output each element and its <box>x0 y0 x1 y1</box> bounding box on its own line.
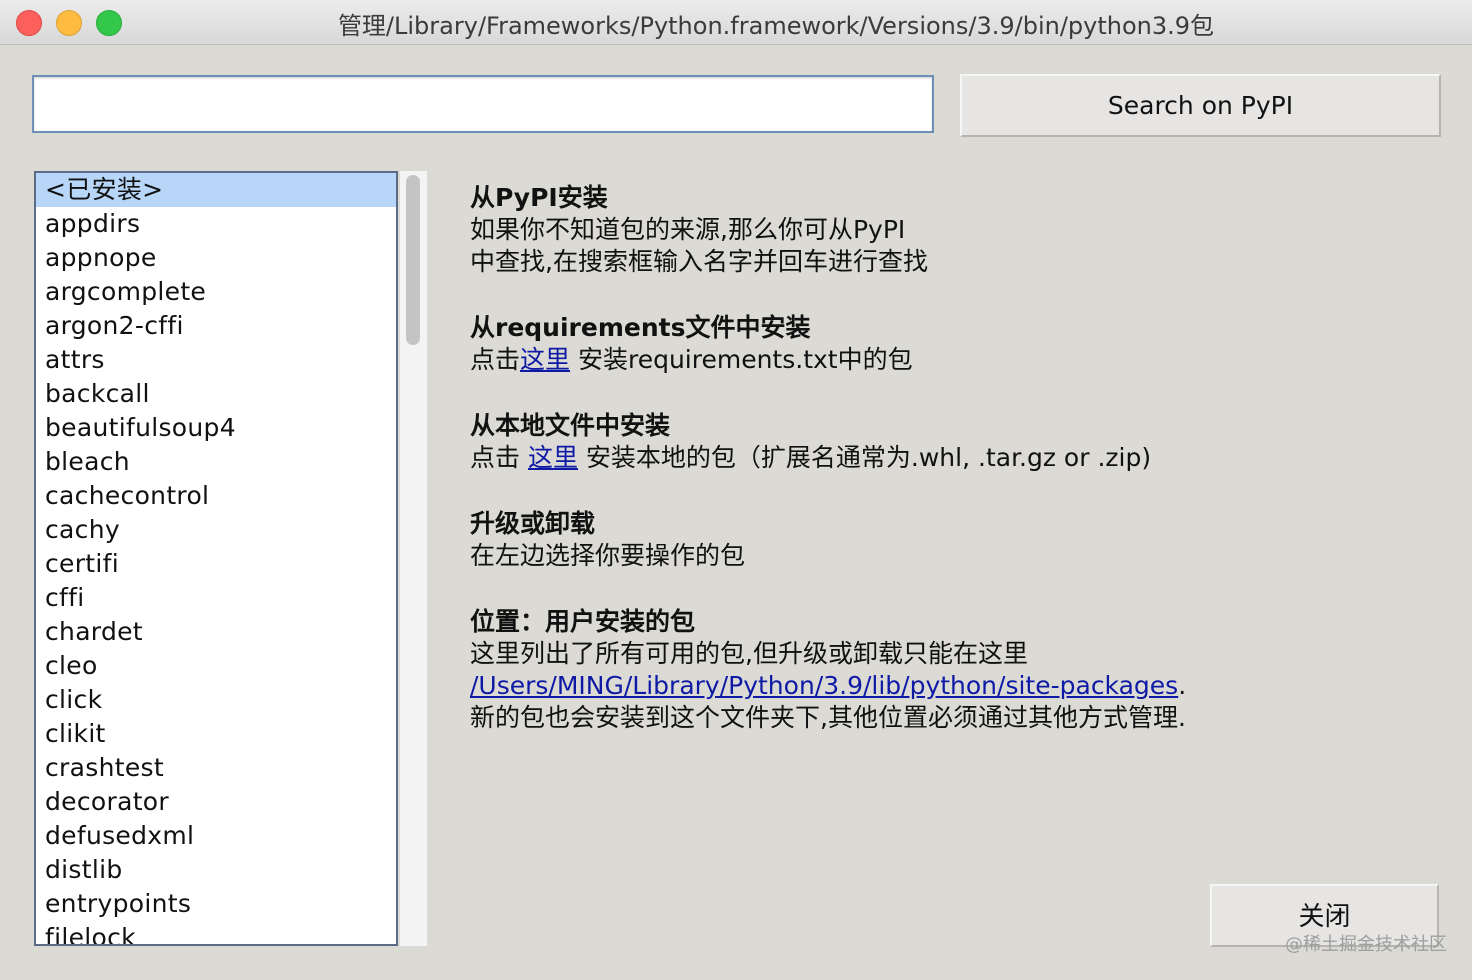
list-item[interactable]: appnope <box>36 241 396 275</box>
package-list[interactable]: <已安装> appdirs appnope argcomplete argon2-cff… <box>34 171 398 946</box>
minimize-window-icon[interactable] <box>56 10 82 36</box>
list-item[interactable]: click <box>36 683 396 717</box>
location-path-line: /Users/MING/Library/Python/3.9/lib/pytho… <box>470 670 1450 702</box>
list-item[interactable]: clikit <box>36 717 396 751</box>
list-item[interactable]: decorator <box>36 785 396 819</box>
list-item[interactable]: argon2-cffi <box>36 309 396 343</box>
upgrade-section: 升级或卸载 在左边选择你要操作的包 <box>470 508 1450 572</box>
list-item[interactable]: cachecontrol <box>36 479 396 513</box>
local-section: 从本地文件中安装 点击 这里 安装本地的包（扩展名通常为.whl, .tar.g… <box>470 410 1450 474</box>
location-heading: 位置：用户安装的包 <box>470 607 696 636</box>
window-title: 管理/Library/Frameworks/Python.framework/V… <box>337 12 1215 40</box>
local-suffix: 安装本地的包（扩展名通常为.whl, .tar.gz or .zip) <box>577 443 1152 472</box>
location-path-suffix: . <box>1178 671 1187 700</box>
local-here-link[interactable]: 这里 <box>528 443 578 472</box>
requirements-prefix: 点击 <box>470 345 521 374</box>
watermark: @稀土掘金技术社区 <box>1285 934 1447 955</box>
upgrade-heading: 升级或卸载 <box>470 509 596 538</box>
pypi-heading: 从PyPI安装 <box>470 183 608 212</box>
zoom-window-icon[interactable] <box>96 10 122 36</box>
list-item[interactable]: distlib <box>36 853 396 887</box>
list-item[interactable]: entrypoints <box>36 887 396 921</box>
list-item[interactable]: argcomplete <box>36 275 396 309</box>
requirements-line: 点击这里 安装requirements.txt中的包 <box>470 344 1450 376</box>
location-section: 位置：用户安装的包 这里列出了所有可用的包,但升级或卸载只能在这里 /Users… <box>470 606 1450 734</box>
list-item[interactable]: <已安装> <box>36 173 396 207</box>
list-item[interactable]: cleo <box>36 649 396 683</box>
local-line: 点击 这里 安装本地的包（扩展名通常为.whl, .tar.gz or .zip… <box>470 442 1450 474</box>
pypi-line-2: 中查找,在搜索框输入名字并回车进行查找 <box>470 247 928 276</box>
site-packages-link[interactable]: /Users/MING/Library/Python/3.9/lib/pytho… <box>470 671 1178 700</box>
list-item[interactable]: certifi <box>36 547 396 581</box>
package-list-scrollbar[interactable] <box>400 171 427 946</box>
list-item[interactable]: chardet <box>36 615 396 649</box>
list-item[interactable]: beautifulsoup4 <box>36 411 396 445</box>
list-item[interactable]: bleach <box>36 445 396 479</box>
title-bar: 管理/Library/Frameworks/Python.framework/V… <box>0 0 1472 45</box>
requirements-suffix: 安装requirements.txt中的包 <box>570 345 913 374</box>
local-prefix: 点击 <box>470 443 528 472</box>
package-manager-window: 管理/Library/Frameworks/Python.framework/V… <box>0 0 1472 980</box>
list-item[interactable]: cachy <box>36 513 396 547</box>
requirements-here-link[interactable]: 这里 <box>520 345 570 374</box>
list-item[interactable]: cffi <box>36 581 396 615</box>
list-item[interactable]: appdirs <box>36 207 396 241</box>
info-panel: 从PyPI安装 如果你不知道包的来源,那么你可从PyPI 中查找,在搜索框输入名… <box>470 182 1450 768</box>
local-heading: 从本地文件中安装 <box>470 411 671 440</box>
search-input[interactable] <box>32 75 934 133</box>
upgrade-line: 在左边选择你要操作的包 <box>470 541 746 570</box>
pypi-line-1: 如果你不知道包的来源,那么你可从PyPI <box>470 215 906 244</box>
scrollbar-thumb[interactable] <box>406 175 420 345</box>
pypi-section: 从PyPI安装 如果你不知道包的来源,那么你可从PyPI 中查找,在搜索框输入名… <box>470 182 1450 278</box>
list-item[interactable]: defusedxml <box>36 819 396 853</box>
location-line-3: 新的包也会安装到这个文件夹下,其他位置必须通过其他方式管理. <box>470 703 1186 732</box>
list-item[interactable]: crashtest <box>36 751 396 785</box>
search-pypi-button[interactable]: Search on PyPI <box>960 74 1441 137</box>
list-item[interactable]: backcall <box>36 377 396 411</box>
list-item[interactable]: filelock <box>36 921 396 944</box>
requirements-section: 从requirements文件中安装 点击这里 安装requirements.t… <box>470 312 1450 376</box>
location-line-1: 这里列出了所有可用的包,但升级或卸载只能在这里 <box>470 639 1028 668</box>
list-item[interactable]: attrs <box>36 343 396 377</box>
requirements-heading: 从requirements文件中安装 <box>470 313 811 342</box>
close-window-icon[interactable] <box>16 10 42 36</box>
